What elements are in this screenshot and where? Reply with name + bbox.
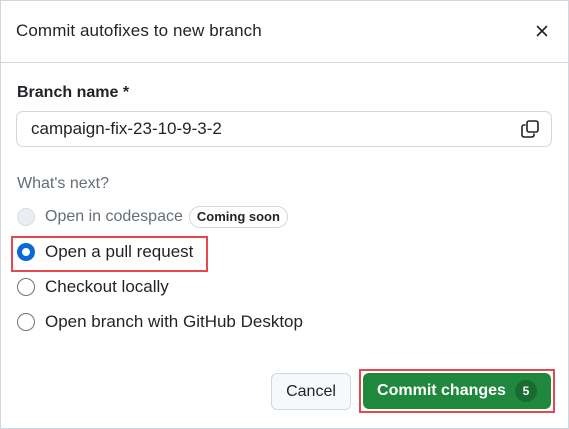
dialog-footer: Cancel Commit changes 5 — [1, 352, 568, 428]
branch-name-field — [16, 111, 552, 147]
github-desktop-radio[interactable] — [17, 313, 35, 331]
commit-count-badge: 5 — [514, 380, 537, 402]
option-open-github-desktop[interactable]: Open branch with GitHub Desktop — [17, 310, 303, 334]
checkout-locally-radio[interactable] — [17, 278, 35, 296]
option-label: Open in codespace — [45, 208, 183, 225]
dialog-body: Branch name * What's next? Open in codes… — [1, 63, 568, 351]
whats-next-label: What's next? — [17, 175, 109, 192]
commit-autofixes-dialog: Commit autofixes to new branch Branch na… — [0, 0, 569, 429]
close-icon — [536, 25, 548, 37]
commit-label: Commit changes — [377, 382, 506, 399]
branch-name-label: Branch name * — [17, 84, 130, 101]
option-label: Open a pull request — [45, 242, 194, 261]
cancel-button[interactable]: Cancel — [271, 373, 351, 410]
option-open-pull-request[interactable]: Open a pull request — [17, 240, 193, 264]
pull-request-radio[interactable] — [17, 243, 35, 261]
option-open-in-codespace: Open in codespace Coming soon — [17, 205, 288, 229]
dialog-title: Commit autofixes to new branch — [16, 21, 262, 40]
option-checkout-locally[interactable]: Checkout locally — [17, 275, 169, 299]
copy-button[interactable] — [519, 118, 541, 140]
branch-name-input[interactable] — [17, 112, 511, 146]
commit-changes-button[interactable]: Commit changes 5 — [363, 373, 551, 409]
copy-icon — [521, 120, 539, 138]
coming-soon-badge: Coming soon — [188, 206, 288, 228]
option-label: Open branch with GitHub Desktop — [45, 312, 303, 331]
dialog-header: Commit autofixes to new branch — [1, 1, 568, 63]
codespace-radio — [17, 208, 35, 226]
option-label: Checkout locally — [45, 277, 169, 296]
close-button[interactable] — [528, 17, 556, 45]
